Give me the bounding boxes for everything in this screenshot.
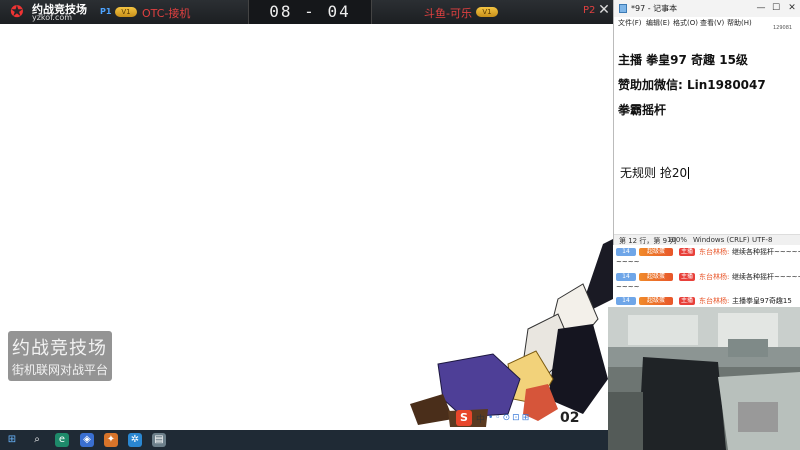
close-icon[interactable]: ✕ (597, 2, 611, 18)
search-icon[interactable]: ⌕ (30, 433, 44, 447)
fan-badge: 超级蛋 (639, 297, 673, 305)
text-line-1: 主播 拳皇97 奇趣 15级 (618, 53, 748, 67)
game-top-bar: ✪ 约战竞技场 yzkof.com P1 V1 OTC-接机 08 - 04 斗… (0, 0, 613, 24)
site-logo[interactable]: ✪ 约战竞技场 yzkof.com (4, 1, 94, 23)
menu-help[interactable]: 帮助(H) (727, 18, 752, 28)
sogou-s-icon[interactable]: S (456, 410, 472, 426)
chat-message: 14 超级蛋 主播 东台林杨: 继续各种摇杆~~~~~~ ~~~~ (616, 247, 800, 269)
watermark-subtitle: 街机联网对战平台 (12, 363, 109, 377)
menu-format[interactable]: 格式(O) (673, 18, 698, 28)
p1-vip-badge: V1 (115, 7, 137, 17)
windows-taskbar: ⊞ ⌕ e ◈ ✦ ✲ ▤ (0, 430, 608, 450)
chat-username[interactable]: 东台林杨: (699, 272, 729, 282)
p2-tag: P2 (583, 5, 596, 16)
site-watermark: 约战竞技场 街机联网对战平台 (8, 331, 112, 381)
minimize-button[interactable]: — (754, 2, 768, 14)
round-number: 02 (560, 410, 580, 426)
webcam-feed (608, 307, 800, 450)
notepad-text-area[interactable]: 主播 拳皇97 奇趣 15级 赞助加微信: Lin1980047 拳霸摇杆 无规… (614, 29, 800, 234)
webcam-scene (608, 307, 800, 450)
ime-toolbar-icons[interactable]: •◦⊙⊡⊞ (488, 413, 531, 423)
p1-tag: P1 (100, 7, 112, 16)
role-badge: 主播 (679, 273, 695, 281)
close-button[interactable]: ✕ (785, 2, 799, 14)
status-encoding: UTF-8 (752, 236, 773, 244)
menu-edit[interactable]: 编辑(E) (646, 18, 670, 28)
text-line-2: 赞助加微信: Lin1980047 (618, 78, 766, 92)
level-badge: 14 (616, 273, 636, 281)
level-badge: 14 (616, 297, 636, 305)
p2-name: 斗鱼-可乐 (424, 7, 472, 20)
settings-icon[interactable]: ✲ (128, 433, 142, 447)
p2-vip-badge: V1 (476, 7, 498, 17)
notepad-app-icon (619, 4, 627, 13)
windows-start-icon[interactable]: ⊞ (5, 433, 19, 447)
notepad-menubar: 文件(F) 编辑(E) 格式(O) 查看(V) 帮助(H) 129081 (614, 17, 800, 31)
dragon-logo-icon: ✪ (10, 2, 24, 21)
fighter-sprite (410, 239, 613, 427)
notepad-title: *97 - 记事本 (631, 4, 678, 13)
chat-text: 主播拳皇97奇趣15 (732, 297, 792, 305)
edge-browser-icon[interactable]: e (55, 433, 69, 447)
app-icon[interactable]: ◈ (80, 433, 94, 447)
input-method-hud: S 中 •◦⊙⊡⊞ 02 (456, 410, 586, 426)
text-line-3: 拳霸摇杆 (618, 103, 667, 117)
fan-badge: 超级蛋 (639, 248, 673, 256)
status-line-ending: Windows (CRLF) (693, 236, 750, 244)
chat-text: 继续各种摇杆~~~~~~ (732, 273, 800, 281)
notepad-taskbar-icon[interactable]: ▤ (152, 433, 166, 447)
live-chat: 14 超级蛋 主播 东台林杨: 继续各种摇杆~~~~~~ ~~~~ 14 超级蛋… (613, 245, 800, 307)
chat-text-continued: ~~~~ (616, 283, 640, 291)
fan-badge: 超级蛋 (639, 273, 673, 281)
status-zoom: 100% (667, 236, 688, 244)
chat-username[interactable]: 东台林杨: (699, 296, 729, 306)
role-badge: 主播 (679, 297, 695, 305)
notepad-titlebar[interactable]: *97 - 记事本 — ☐ ✕ (614, 0, 800, 17)
notepad-window[interactable]: *97 - 记事本 — ☐ ✕ 文件(F) 编辑(E) 格式(O) 查看(V) … (613, 0, 800, 245)
level-badge: 14 (616, 248, 636, 256)
chat-message: 14 超级蛋 主播 东台林杨: 继续各种摇杆~~~~~~ ~~~~ (616, 272, 800, 294)
text-cursor (688, 167, 690, 179)
chat-username[interactable]: 东台林杨: (699, 247, 729, 257)
watermark-title: 约战竞技场 (12, 338, 107, 359)
text-line-4-content: 无规则 抢20 (620, 166, 688, 180)
menu-view[interactable]: 查看(V) (700, 18, 724, 28)
chat-text: 继续各种摇杆~~~~~~ (732, 248, 800, 256)
ime-language[interactable]: 中 (476, 412, 485, 425)
text-line-4: 无规则 抢20 (620, 164, 690, 181)
role-badge: 主播 (679, 248, 695, 256)
maximize-button[interactable]: ☐ (769, 2, 783, 14)
game-app-icon[interactable]: ✦ (104, 433, 118, 447)
match-score: 08 - 04 (248, 0, 372, 24)
menu-file[interactable]: 文件(F) (618, 18, 642, 28)
game-screen[interactable]: 约战竞技场 街机联网对战平台 S 中 •◦⊙⊡⊞ 02 (0, 24, 613, 430)
p1-name: OTC-接机 (142, 7, 191, 20)
notepad-statusbar: 第 12 行，第 9 列 100% Windows (CRLF) UTF-8 (614, 234, 800, 245)
logo-url: yzkof.com (32, 13, 73, 22)
chat-text-continued: ~~~~ (616, 258, 640, 266)
